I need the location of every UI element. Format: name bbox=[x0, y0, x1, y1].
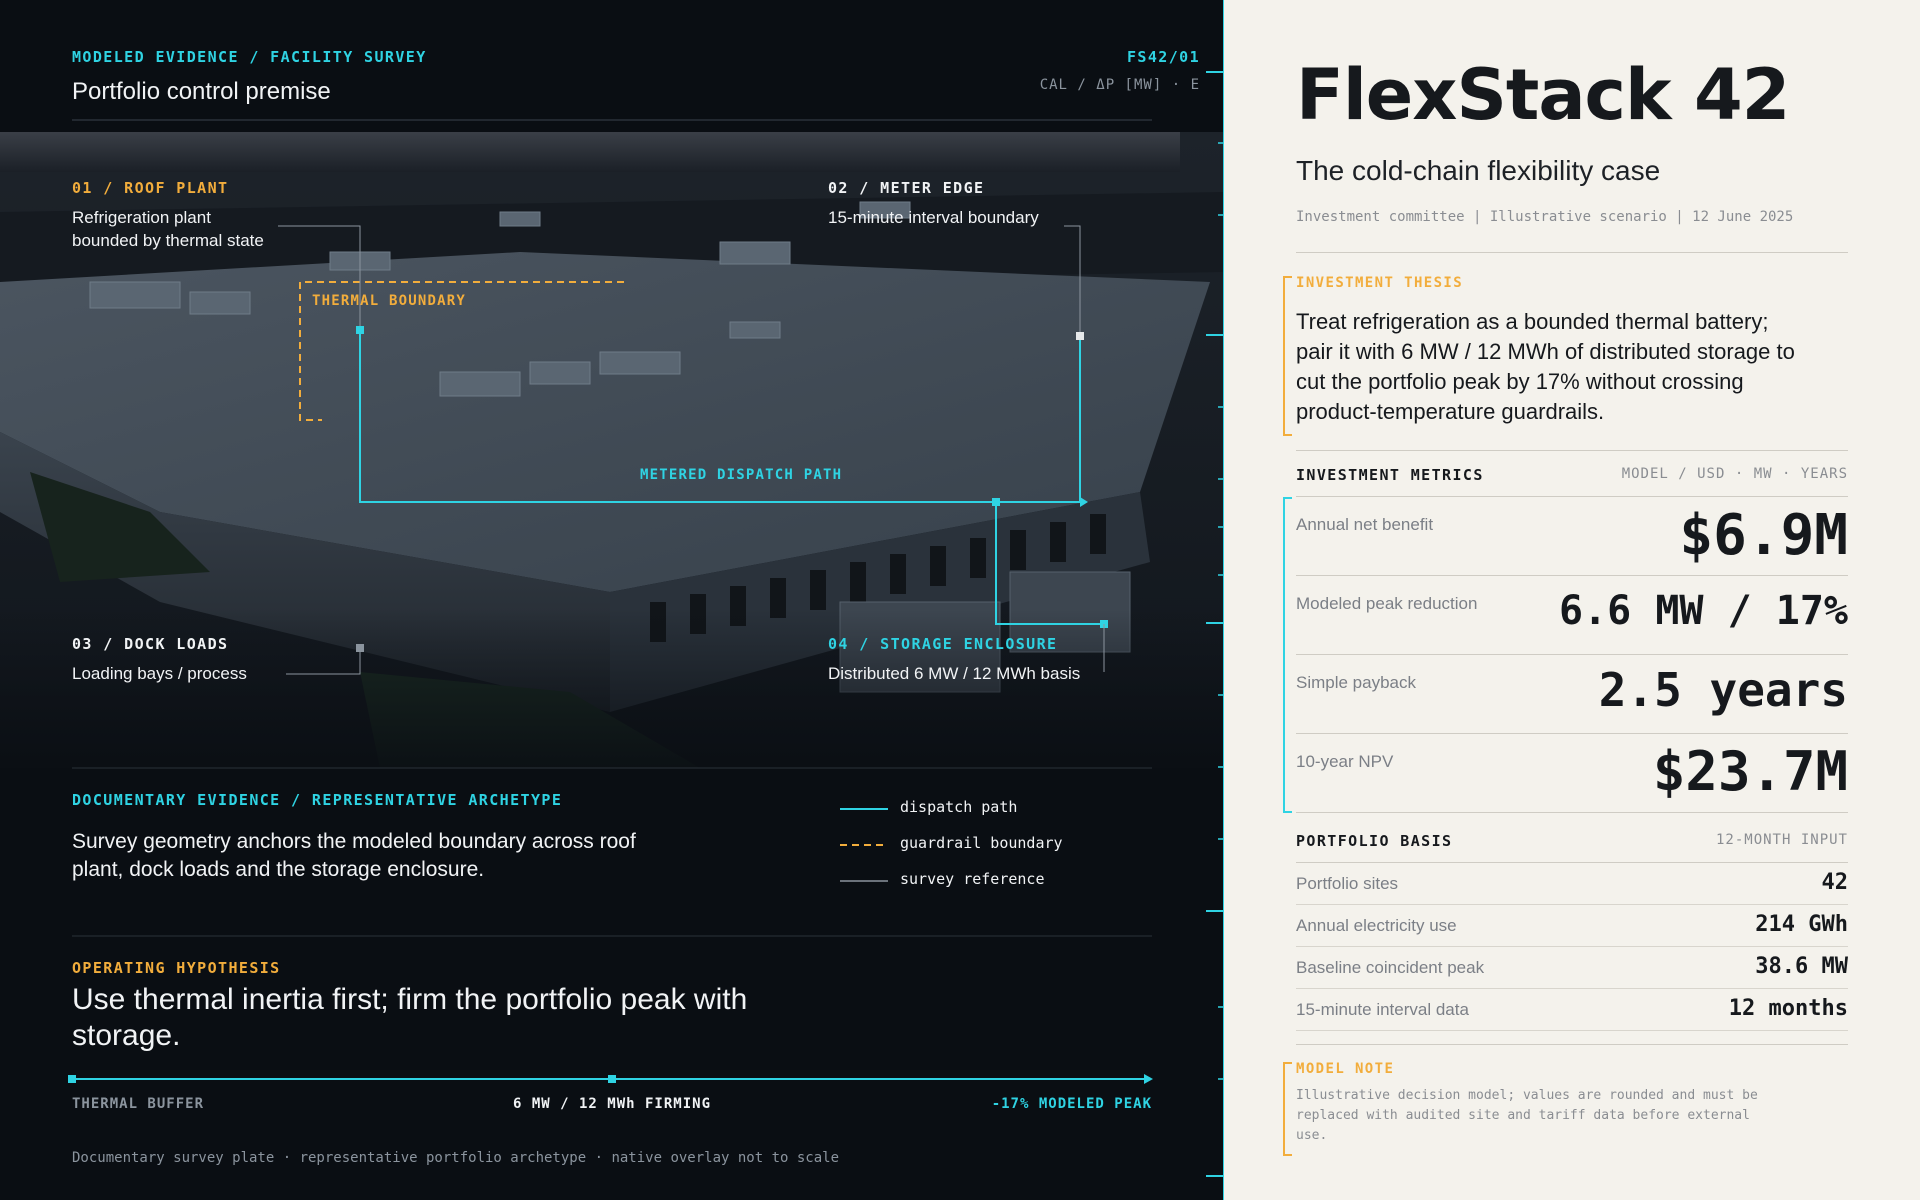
basis-label: Portfolio sites bbox=[1296, 874, 1399, 893]
timeline-end-label: -17% MODELED PEAK bbox=[991, 1096, 1152, 1112]
metric-row-annual-net-benefit: Annual net benefit $6.9M bbox=[1296, 497, 1848, 576]
meter-edge-text: 15-minute interval boundary bbox=[828, 208, 1039, 227]
metrics-bracket bbox=[1283, 497, 1292, 813]
thesis-line1: Treat refrigeration as a bounded thermal… bbox=[1296, 309, 1769, 334]
note-line2: replaced with audited site and tariff da… bbox=[1296, 1108, 1750, 1123]
metric-row-simple-payback: Simple payback 2.5 years bbox=[1296, 655, 1848, 734]
basis-value: 12 months bbox=[1728, 996, 1848, 1021]
roof-plant-line2: bounded by thermal state bbox=[72, 231, 264, 250]
investment-panel: FlexStack 42 The cold-chain flexibility … bbox=[1224, 0, 1920, 1200]
basis-row-sites: Portfolio sites 42 bbox=[1296, 863, 1848, 905]
metric-value: 2.5 years bbox=[1598, 663, 1848, 717]
basis-value: 42 bbox=[1821, 870, 1849, 895]
basis-label: Baseline coincident peak bbox=[1296, 958, 1485, 977]
metric-label: Annual net benefit bbox=[1296, 515, 1434, 534]
thesis-line2: pair it with 6 MW / 12 MWh of distribute… bbox=[1296, 339, 1795, 364]
deck-subtitle: The cold-chain flexibility case bbox=[1296, 155, 1661, 186]
basis-label: Annual electricity use bbox=[1296, 916, 1457, 935]
metric-label: 10-year NPV bbox=[1296, 752, 1394, 771]
storage-enclosure-text: Distributed 6 MW / 12 MWh basis bbox=[828, 664, 1081, 683]
thesis-line3: cut the portfolio peak by 17% without cr… bbox=[1296, 369, 1744, 394]
metric-label: Modeled peak reduction bbox=[1296, 594, 1478, 613]
footnote: Documentary survey plate · representativ… bbox=[72, 1150, 840, 1166]
hypothesis-eyebrow: OPERATING HYPOTHESIS bbox=[72, 959, 281, 977]
header-eyebrow: MODELED EVIDENCE / FACILITY SURVEY bbox=[72, 48, 427, 66]
metric-value: 6.6 MW / 17% bbox=[1559, 588, 1848, 634]
roof-plant-tag: 01 / ROOF PLANT bbox=[72, 179, 229, 197]
basis-label: 15-minute interval data bbox=[1296, 1000, 1469, 1019]
deck-meta: Investment committee | Illustrative scen… bbox=[1296, 209, 1794, 225]
metric-value: $6.9M bbox=[1679, 503, 1848, 568]
page-title: Portfolio control premise bbox=[72, 78, 331, 105]
basis-heading: PORTFOLIO BASIS bbox=[1296, 832, 1453, 850]
plate-code: FS42/01 bbox=[1126, 48, 1200, 66]
thesis-rule bbox=[1296, 450, 1848, 451]
survey-panel: MODELED EVIDENCE / FACILITY SURVEY Portf… bbox=[0, 0, 1224, 1200]
dispatch-path-label: METERED DISPATCH PATH bbox=[640, 467, 843, 483]
timeline-start-label: THERMAL BUFFER bbox=[72, 1096, 205, 1112]
thesis-text: Treat refrigeration as a bounded thermal… bbox=[1296, 307, 1795, 427]
dock-loads-tag: 03 / DOCK LOADS bbox=[72, 635, 229, 653]
basis-row-electricity: Annual electricity use 214 GWh bbox=[1296, 905, 1848, 947]
deck-title: FlexStack 42 bbox=[1296, 54, 1790, 136]
basis-value: 38.6 MW bbox=[1755, 954, 1848, 979]
basis-value: 214 GWh bbox=[1755, 912, 1848, 937]
thermal-boundary-label: THERMAL BOUNDARY bbox=[312, 293, 467, 309]
meter-edge-tag: 02 / METER EDGE bbox=[828, 179, 985, 197]
legend-dispatch-path: dispatch path bbox=[900, 798, 1018, 816]
metric-row-npv: 10-year NPV $23.7M bbox=[1296, 734, 1848, 813]
roof-plant-line1: Refrigeration plant bbox=[72, 208, 211, 227]
documentary-line1: Survey geometry anchors the modeled boun… bbox=[72, 830, 636, 853]
metrics-units: MODEL / USD · MW · YEARS bbox=[1621, 466, 1848, 482]
legend-guardrail-boundary: guardrail boundary bbox=[900, 834, 1063, 852]
note-eyebrow: MODEL NOTE bbox=[1296, 1061, 1395, 1077]
hypothesis-line1: Use thermal inertia first; firm the port… bbox=[72, 983, 748, 1016]
timeline-middle-label: 6 MW / 12 MWh FIRMING bbox=[513, 1096, 712, 1112]
metric-row-peak-reduction: Modeled peak reduction 6.6 MW / 17% bbox=[1296, 576, 1848, 655]
note-line1: Illustrative decision model; values are … bbox=[1296, 1088, 1758, 1103]
metric-label: Simple payback bbox=[1296, 673, 1417, 692]
basis-row-peak: Baseline coincident peak 38.6 MW bbox=[1296, 947, 1848, 989]
documentary-eyebrow: DOCUMENTARY EVIDENCE / REPRESENTATIVE AR… bbox=[72, 791, 563, 809]
metrics-heading: INVESTMENT METRICS bbox=[1296, 466, 1484, 484]
dock-loads-text: Loading bays / process bbox=[72, 664, 247, 683]
hypothesis-line2: storage. bbox=[72, 1019, 181, 1052]
note-line3: use. bbox=[1296, 1128, 1328, 1143]
thesis-bracket bbox=[1283, 276, 1292, 436]
note-bracket bbox=[1283, 1062, 1292, 1156]
basis-row-interval-data: 15-minute interval data 12 months bbox=[1296, 989, 1848, 1031]
thesis-line4: product-temperature guardrails. bbox=[1296, 399, 1605, 424]
storage-enclosure-tag: 04 / STORAGE ENCLOSURE bbox=[828, 635, 1058, 653]
note-text: Illustrative decision model; values are … bbox=[1296, 1086, 1758, 1146]
basis-units: 12-MONTH INPUT bbox=[1715, 832, 1848, 848]
thesis-eyebrow: INVESTMENT THESIS bbox=[1296, 275, 1464, 291]
title-rule bbox=[1296, 252, 1848, 253]
legend-survey-reference: survey reference bbox=[900, 870, 1045, 888]
calibration-label: CAL / ΔP [MW] · E bbox=[1039, 77, 1200, 93]
metric-value: $23.7M bbox=[1652, 740, 1848, 803]
documentary-line2: plant, dock loads and the storage enclos… bbox=[72, 858, 485, 881]
basis-bottom-rule bbox=[1296, 1044, 1848, 1045]
